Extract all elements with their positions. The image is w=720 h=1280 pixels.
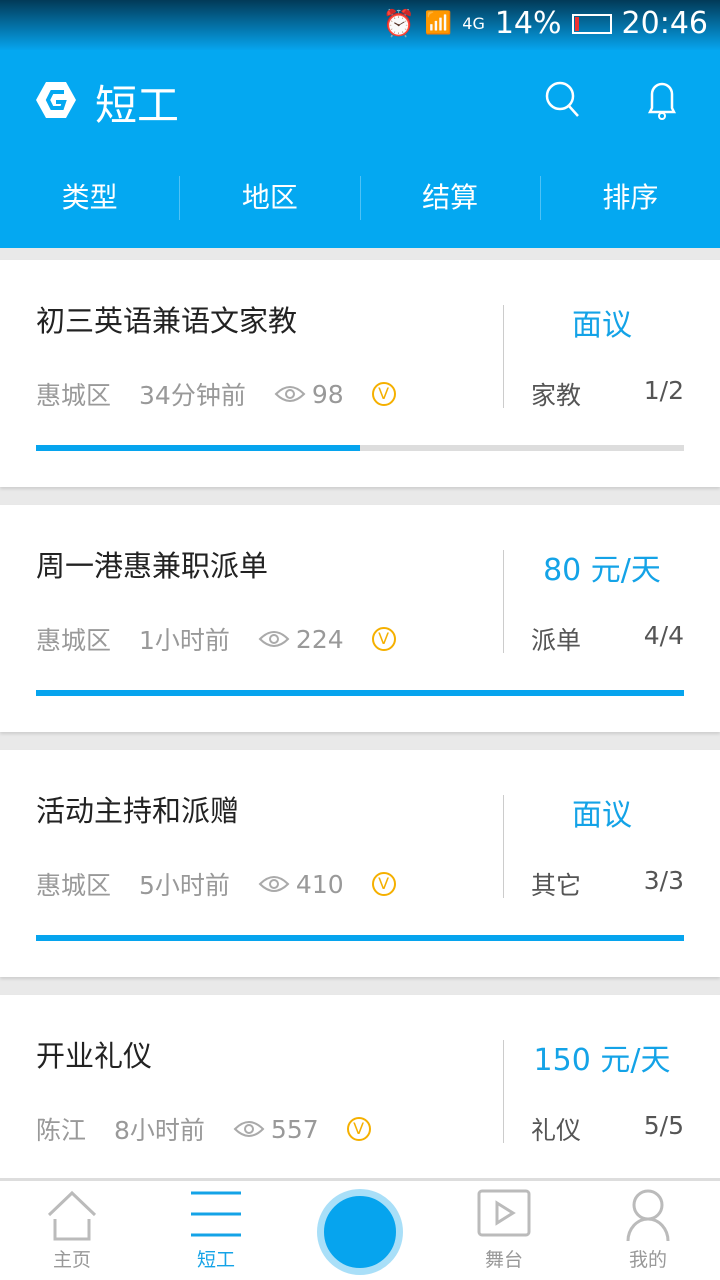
job-category: 家教 (531, 381, 582, 410)
views-count: 224 (295, 624, 344, 654)
progress-fill (36, 445, 360, 451)
search-icon[interactable] (542, 78, 582, 122)
bottom-nav: 主页 短工 舞台 我的 (0, 1178, 720, 1280)
filter-settlement[interactable]: 结算 (359, 176, 540, 220)
battery-percent: 14% (494, 6, 562, 41)
job-count: 3/3 (643, 866, 684, 895)
nav-stage[interactable]: 舞台 (432, 1181, 576, 1280)
logo-icon (36, 82, 76, 118)
nav-home[interactable]: 主页 (0, 1181, 144, 1280)
wifi-icon: 📶 (424, 11, 453, 36)
job-views: 98 (274, 380, 344, 409)
filter-region[interactable]: 地区 (179, 176, 359, 220)
job-price: 面议 (572, 308, 632, 343)
battery-icon (571, 13, 612, 34)
job-category: 礼仪 (531, 1116, 582, 1145)
bell-icon[interactable] (642, 78, 682, 122)
job-count: 4/4 (643, 621, 684, 650)
eye-icon (274, 386, 306, 402)
job-card[interactable]: 初三英语兼语文家教 惠城区 34分钟前 98 V 面议 家教 1/2 (0, 260, 720, 487)
vip-badge-icon: V (371, 872, 396, 896)
filter-type[interactable]: 类型 (0, 176, 179, 220)
job-time: 8小时前 (114, 1116, 205, 1145)
job-time: 1小时前 (139, 626, 230, 655)
job-card[interactable]: 周一港惠兼职派单 惠城区 1小时前 224 V 80 元/天 派单 4/4 (0, 505, 720, 732)
nav-shortwork-label: 短工 (196, 1249, 235, 1271)
publish-circle-icon (317, 1189, 403, 1275)
job-views: 224 (258, 625, 344, 654)
alarm-icon: ⏰ (382, 8, 415, 39)
job-views: 557 (233, 1115, 319, 1144)
job-meta: 惠城区 5小时前 410 V (36, 866, 396, 902)
network-label: 4G (462, 14, 485, 33)
progress-fill (36, 690, 684, 696)
progress-fill (36, 935, 684, 941)
job-area: 惠城区 (36, 626, 112, 655)
app-header: 短工 类型 地区 结算 排序 (0, 50, 720, 248)
eye-icon (233, 1121, 265, 1137)
progress-bar (36, 935, 684, 941)
job-area: 惠城区 (36, 871, 112, 900)
job-count: 1/2 (643, 376, 684, 405)
page-title: 短工 (95, 81, 180, 130)
job-price: 80 元/天 (543, 553, 661, 588)
list-icon (191, 1191, 241, 1237)
job-area: 陈江 (36, 1116, 87, 1145)
job-card[interactable]: 活动主持和派赠 惠城区 5小时前 410 V 面议 其它 3/3 (0, 750, 720, 977)
job-time: 5小时前 (139, 871, 230, 900)
nav-center-button[interactable] (288, 1181, 432, 1280)
eye-icon (258, 876, 290, 892)
job-area: 惠城区 (36, 381, 112, 410)
job-category: 派单 (531, 626, 582, 655)
status-bar: ⏰ 📶 4G 14% 20:46 (0, 0, 720, 50)
job-title: 周一港惠兼职派单 (36, 549, 269, 583)
job-price: 150 元/天 (533, 1043, 671, 1078)
progress-bar (36, 445, 684, 451)
nav-mine-label: 我的 (628, 1249, 667, 1271)
nav-stage-label: 舞台 (484, 1249, 523, 1271)
play-icon (477, 1189, 531, 1237)
filter-bar: 类型 地区 结算 排序 (0, 160, 720, 240)
vip-badge-icon: V (346, 1117, 371, 1141)
nav-mine[interactable]: 我的 (576, 1181, 720, 1280)
job-time: 34分钟前 (139, 381, 246, 410)
filter-sort[interactable]: 排序 (539, 176, 720, 220)
job-meta: 陈江 8小时前 557 V (36, 1111, 371, 1147)
user-icon (626, 1189, 670, 1242)
job-price: 面议 (572, 798, 632, 833)
vip-badge-icon: V (371, 627, 396, 651)
job-title: 活动主持和派赠 (36, 794, 240, 828)
views-count: 410 (295, 869, 344, 899)
job-category: 其它 (531, 871, 582, 900)
views-count: 98 (311, 379, 344, 409)
job-title: 开业礼仪 (36, 1039, 153, 1073)
vip-badge-icon: V (371, 382, 396, 406)
nav-home-label: 主页 (52, 1249, 91, 1271)
home-icon (47, 1190, 97, 1241)
job-count: 5/5 (643, 1111, 684, 1140)
views-count: 557 (270, 1114, 319, 1144)
job-views: 410 (258, 870, 344, 899)
job-meta: 惠城区 34分钟前 98 V (36, 376, 396, 412)
progress-bar (36, 690, 684, 696)
nav-shortwork[interactable]: 短工 (144, 1181, 288, 1280)
job-title: 初三英语兼语文家教 (36, 304, 298, 338)
eye-icon (258, 631, 290, 647)
clock: 20:46 (621, 6, 708, 41)
job-meta: 惠城区 1小时前 224 V (36, 621, 396, 657)
